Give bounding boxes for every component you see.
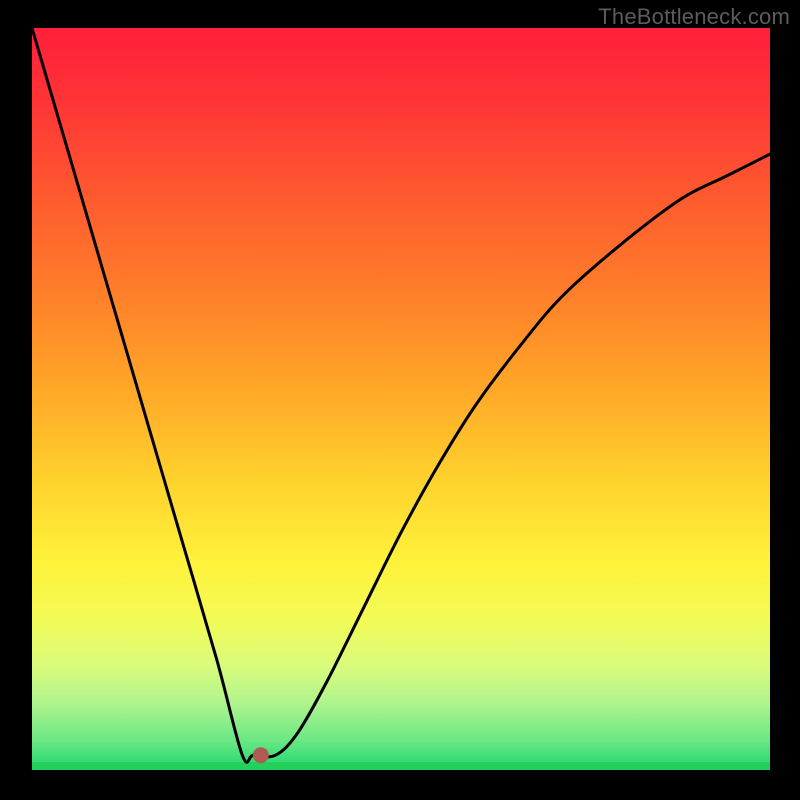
- gradient-background: [32, 28, 770, 770]
- plot-area: [32, 28, 770, 770]
- optimal-point-marker: [253, 747, 269, 763]
- chart-frame: TheBottleneck.com: [0, 0, 800, 800]
- chart-svg: [32, 28, 770, 770]
- watermark-label: TheBottleneck.com: [598, 4, 790, 30]
- baseline-strip: [32, 762, 770, 770]
